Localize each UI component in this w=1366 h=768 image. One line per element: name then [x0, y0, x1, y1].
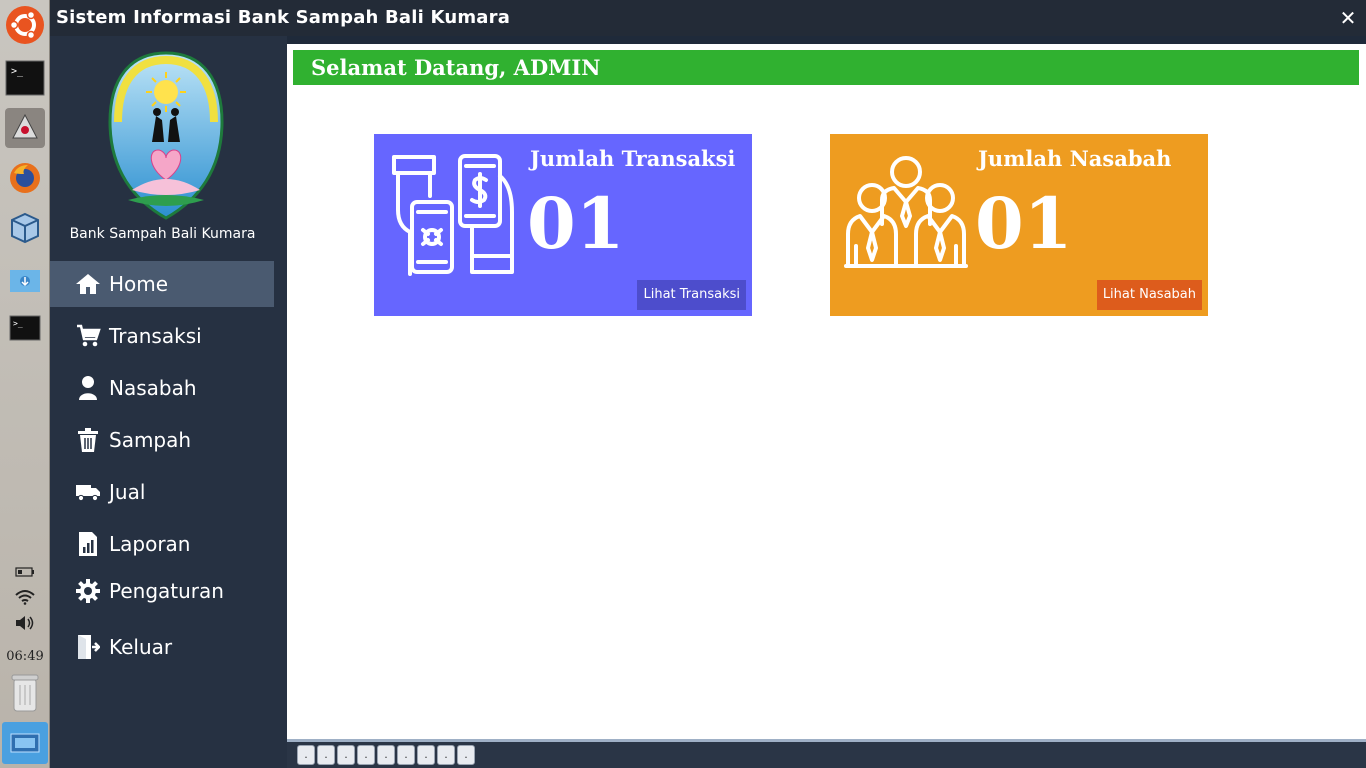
clock-text: 06:49 [6, 648, 44, 664]
svg-text:>_: >_ [11, 66, 24, 77]
downloads-folder-icon[interactable] [5, 260, 45, 300]
welcome-text: Selamat Datang, ADMIN [311, 55, 601, 80]
sidebar-item-home[interactable]: Home [50, 261, 274, 307]
sidebar-item-label: Keluar [109, 635, 173, 659]
taskbar-item[interactable]: . [437, 745, 455, 765]
card-title: Jumlah Nasabah [978, 146, 1172, 171]
trash-icon [74, 426, 102, 454]
transaction-card: Jumlah Transaksi 01 Lihat Transaksi [374, 134, 752, 316]
sidebar-item-label: Sampah [109, 428, 192, 452]
terminal-icon[interactable]: >_ [5, 58, 45, 98]
sidebar: Bank Sampah Bali Kumara Home Transaksi N… [50, 36, 287, 768]
sidebar-item-label: Transaksi [109, 324, 202, 348]
card-title: Jumlah Transaksi [530, 146, 736, 171]
cart-icon [74, 322, 102, 350]
sidebar-item-jual[interactable]: Jual [50, 469, 274, 515]
wifi-icon [5, 586, 45, 608]
transaction-count: 01 [527, 182, 625, 265]
view-transactions-button[interactable]: Lihat Transaksi [637, 280, 746, 310]
exit-icon [74, 633, 102, 661]
sidebar-item-nasabah[interactable]: Nasabah [50, 365, 274, 411]
close-button[interactable]: ✕ [1336, 6, 1360, 30]
trash-bin-icon[interactable] [5, 670, 45, 714]
battery-icon [5, 562, 45, 582]
sidebar-item-label: Home [109, 272, 169, 296]
sidebar-item-sampah[interactable]: Sampah [50, 417, 274, 463]
main-panel: Selamat Datang, ADMIN Jumlah Transaksi 0… [287, 44, 1366, 739]
java-app-icon[interactable] [5, 108, 45, 148]
welcome-banner: Selamat Datang, ADMIN [293, 50, 1359, 85]
terminal-icon-2[interactable]: >_ [5, 308, 45, 348]
sidebar-item-label: Jual [109, 480, 146, 504]
files-icon[interactable] [2, 722, 48, 764]
svg-text:>_: >_ [13, 319, 23, 328]
sidebar-item-laporan[interactable]: Laporan [50, 521, 274, 567]
sidebar-item-transaksi[interactable]: Transaksi [50, 313, 274, 359]
taskbar-item[interactable]: . [397, 745, 415, 765]
window-title: Sistem Informasi Bank Sampah Bali Kumara [56, 7, 511, 28]
taskbar-item[interactable]: . [357, 745, 375, 765]
taskbar-item[interactable]: . [337, 745, 355, 765]
taskbar-item[interactable]: . [317, 745, 335, 765]
truck-icon [74, 478, 102, 506]
taskbar-item[interactable]: . [417, 745, 435, 765]
window-titlebar: Sistem Informasi Bank Sampah Bali Kumara… [50, 0, 1366, 36]
firefox-icon[interactable] [5, 158, 45, 198]
customer-count: 01 [975, 182, 1073, 265]
home-icon [74, 270, 102, 298]
gear-icon [74, 577, 102, 605]
customer-card: Jumlah Nasabah 01 Lihat Nasabah [830, 134, 1208, 316]
sidebar-item-label: Nasabah [109, 376, 197, 400]
sidebar-item-pengaturan[interactable]: Pengaturan [50, 568, 274, 614]
sidebar-item-label: Laporan [109, 532, 191, 556]
taskbar-item[interactable]: . [297, 745, 315, 765]
report-icon [74, 530, 102, 558]
sidebar-item-keluar[interactable]: Keluar [50, 624, 274, 670]
user-icon [74, 374, 102, 402]
volume-icon [5, 612, 45, 634]
mobile-payment-icon [388, 152, 516, 284]
view-customers-button[interactable]: Lihat Nasabah [1096, 280, 1202, 310]
bottom-taskbar: . . . . . . . . . [287, 739, 1366, 768]
brand-name: Bank Sampah Bali Kumara [69, 226, 256, 242]
launcher: >_ >_ 06:49 [0, 0, 50, 768]
ubuntu-logo-icon[interactable] [5, 5, 45, 45]
people-group-icon [844, 154, 968, 274]
taskbar-item[interactable]: . [457, 745, 475, 765]
bali-kumara-logo [108, 50, 224, 220]
taskbar-item[interactable]: . [377, 745, 395, 765]
virtualbox-icon[interactable] [5, 208, 45, 248]
sidebar-item-label: Pengaturan [109, 579, 224, 603]
